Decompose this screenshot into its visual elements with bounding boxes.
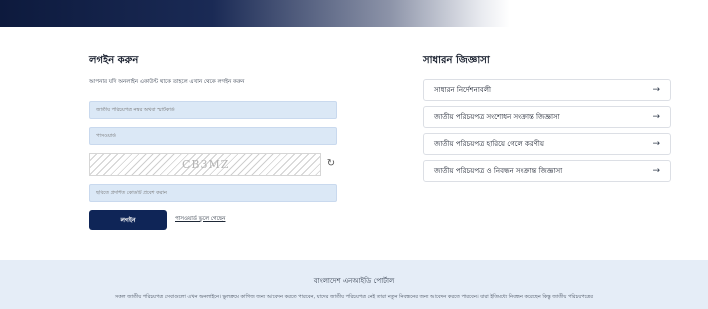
login-section: লগইন করুন আপনার যদি অনলাইন একাউন্ট থাকে … [89,53,339,230]
faq-item-label: জাতীয় পরিচয়পত্র হারিয়ে গেলে করণীয় [434,140,545,148]
login-button[interactable]: লগইন [89,210,167,230]
captcha-image: CB3MZ [89,153,321,176]
arrow-right-icon: → [652,112,660,122]
captcha-text: CB3MZ [182,158,230,171]
captcha-row: CB3MZ ↻ [89,153,337,176]
forgot-password-link[interactable]: পাসওয়ার্ড ভুলে গেছেন [175,216,225,224]
faq-item-label: জাতীয় পরিচয়পত্র ও নিবন্ধন সংক্রান্ত জি… [434,167,563,175]
faq-item-correction[interactable]: জাতীয় পরিচয়পত্র সংশোধন সংক্রান্ত জিজ্ঞ… [423,106,671,128]
faq-item-general[interactable]: সাধারন নির্দেশনাবলী → [423,79,671,101]
arrow-right-icon: → [652,166,660,176]
faq-title: সাধারন জিজ্ঞাসা [423,55,490,66]
faq-item-registration[interactable]: জাতীয় পরিচয়পত্র ও নিবন্ধন সংক্রান্ত জি… [423,160,671,182]
login-subtitle: আপনার যদি অনলাইন একাউন্ট থাকে তাহলে এখান… [89,79,245,85]
login-title: লগইন করুন [89,55,139,66]
faq-item-label: সাধারন নির্দেশনাবলী [434,86,491,94]
captcha-input[interactable] [89,184,337,202]
arrow-right-icon: → [652,85,660,95]
refresh-icon[interactable]: ↻ [325,158,337,170]
footer-text: সকল জাতীয় পরিচয়পত্র সেবাগুলো এখন অনলাই… [115,294,593,300]
nid-input[interactable] [89,101,337,119]
login-actions: লগইন পাসওয়ার্ড ভুলে গেছেন [89,210,339,230]
faq-item-lost[interactable]: জাতীয় পরিচয়পত্র হারিয়ে গেলে করণীয় → [423,133,671,155]
top-banner [0,0,708,27]
password-input[interactable] [89,127,337,145]
faq-section: সাধারন জিজ্ঞাসা সাধারন নির্দেশনাবলী → জা… [423,53,671,182]
faq-item-label: জাতীয় পরিচয়পত্র সংশোধন সংক্রান্ত জিজ্ঞ… [434,113,560,121]
footer-title: বাংলাদেশ এনআইডি পোর্টাল [313,277,395,285]
footer: বাংলাদেশ এনআইডি পোর্টাল সকল জাতীয় পরিচয… [0,260,708,309]
arrow-right-icon: → [652,139,660,149]
